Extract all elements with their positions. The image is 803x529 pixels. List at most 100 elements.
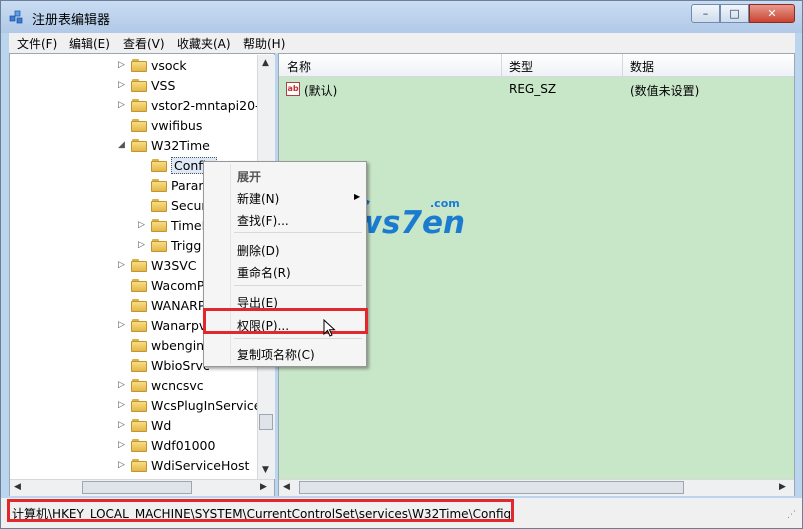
tree-node[interactable]: vwifibus <box>10 116 270 136</box>
tree-node-label: wcncsvc <box>151 378 204 393</box>
expand-arrow-icon[interactable]: ▷ <box>118 80 125 90</box>
tree-node[interactable]: ▷ WcsPlugInService <box>10 396 270 416</box>
context-menu: 展开 新建(N) ▶ 查找(F)... 删除(D) 重命名(R) 导出(E) 权… <box>203 161 367 367</box>
scroll-right-arrow-icon[interactable]: ▶ <box>260 482 267 492</box>
resize-grip-icon[interactable]: ⋰ <box>787 510 796 520</box>
expand-arrow-icon[interactable]: ▷ <box>118 60 125 70</box>
title-bar[interactable]: 注册表编辑器 – □ ✕ <box>1 1 802 33</box>
menu-separator <box>234 285 362 286</box>
tree-node[interactable]: ▷ wcncsvc <box>10 376 270 396</box>
column-type[interactable]: 类型 <box>509 58 533 75</box>
ctx-expand[interactable]: 展开 <box>237 168 261 185</box>
menu-bar: 文件(F) 编辑(E) 查看(V) 收藏夹(A) 帮助(H) <box>9 33 795 54</box>
menu-view[interactable]: 查看(V) <box>123 35 165 52</box>
scroll-left-arrow-icon[interactable]: ◀ <box>14 482 21 492</box>
menu-help[interactable]: 帮助(H) <box>243 35 285 52</box>
table-row[interactable]: ab (默认) REG_SZ (数值未设置) <box>279 81 794 99</box>
folder-icon <box>131 139 147 152</box>
tree-node-label: Secur <box>171 198 207 213</box>
permissions-highlight-box <box>203 308 368 334</box>
tree-node-label: WANARP <box>151 298 206 313</box>
status-bar: 计算机\HKEY_LOCAL_MACHINE\SYSTEM\CurrentCon… <box>1 498 802 528</box>
tree-node[interactable]: ▷ WdiServiceHost <box>10 456 270 476</box>
scroll-thumb[interactable] <box>82 481 192 494</box>
expand-arrow-icon[interactable]: ▷ <box>118 440 125 450</box>
folder-icon <box>131 459 147 472</box>
tree-node-label: WbioSrvc <box>151 358 210 373</box>
column-divider[interactable] <box>622 54 623 76</box>
folder-icon <box>131 359 147 372</box>
list-header: 名称 类型 数据 <box>279 54 794 77</box>
path-highlight-box <box>7 499 514 522</box>
folder-icon <box>131 99 147 112</box>
string-value-icon: ab <box>286 82 300 96</box>
scroll-thumb[interactable] <box>259 414 273 430</box>
column-data[interactable]: 数据 <box>630 58 654 75</box>
tree-node[interactable]: ◢ W32Time <box>10 136 270 156</box>
folder-icon <box>131 79 147 92</box>
tree-node[interactable]: ▷ VSS <box>10 76 270 96</box>
folder-icon <box>131 439 147 452</box>
expand-arrow-icon[interactable]: ▷ <box>118 260 125 270</box>
menu-separator <box>234 232 362 233</box>
submenu-arrow-icon: ▶ <box>354 192 361 201</box>
folder-icon <box>131 119 147 132</box>
expand-arrow-icon[interactable]: ▷ <box>118 380 125 390</box>
folder-icon <box>131 279 147 292</box>
column-divider[interactable] <box>501 54 502 76</box>
tree-node[interactable]: ▷ Wdf01000 <box>10 436 270 456</box>
list-horizontal-scrollbar[interactable]: ◀ ▶ <box>279 479 794 496</box>
column-name[interactable]: 名称 <box>287 58 311 75</box>
scroll-up-arrow-icon[interactable]: ▲ <box>262 58 269 68</box>
mouse-cursor-icon <box>323 319 336 337</box>
ctx-rename[interactable]: 重命名(R) <box>237 264 291 281</box>
registry-editor-window: 注册表编辑器 – □ ✕ 文件(F) 编辑(E) 查看(V) 收藏夹(A) 帮助… <box>0 0 803 529</box>
folder-icon <box>151 219 167 232</box>
value-data: (数值未设置) <box>630 84 700 98</box>
scroll-right-arrow-icon[interactable]: ▶ <box>779 482 786 492</box>
menu-file[interactable]: 文件(F) <box>17 35 57 52</box>
scroll-thumb[interactable] <box>299 481 684 494</box>
expand-arrow-icon[interactable]: ▷ <box>138 220 145 230</box>
folder-icon <box>131 319 147 332</box>
menu-favorites[interactable]: 收藏夹(A) <box>177 35 231 52</box>
ctx-copy-key-name[interactable]: 复制项名称(C) <box>237 346 315 363</box>
ctx-new[interactable]: 新建(N) <box>237 190 279 207</box>
value-name: (默认) <box>304 84 338 98</box>
folder-icon <box>151 199 167 212</box>
menu-gutter <box>230 164 231 364</box>
expand-arrow-icon[interactable]: ▷ <box>118 400 125 410</box>
ctx-delete[interactable]: 删除(D) <box>237 242 280 259</box>
tree-node-label: VSS <box>151 78 176 93</box>
tree-node-label: vwifibus <box>151 118 203 133</box>
folder-icon <box>131 419 147 432</box>
tree-node-label: W3SVC <box>151 258 197 273</box>
menu-edit[interactable]: 编辑(E) <box>69 35 110 52</box>
tree-node-label: W32Time <box>151 138 210 153</box>
tree-node-label: vsock <box>151 58 187 73</box>
close-button[interactable]: ✕ <box>749 4 795 23</box>
tree-node[interactable]: ▷ vsock <box>10 56 270 76</box>
value-type: REG_SZ <box>509 82 557 96</box>
tree-node[interactable]: ▷ Wd <box>10 416 270 436</box>
ctx-find[interactable]: 查找(F)... <box>237 212 289 229</box>
maximize-button[interactable]: □ <box>720 4 749 23</box>
menu-separator <box>234 338 362 339</box>
tree-horizontal-scrollbar[interactable]: ◀ ▶ <box>10 479 274 496</box>
folder-icon <box>151 239 167 252</box>
folder-icon <box>151 179 167 192</box>
tree-node[interactable]: ▷ vstor2-mntapi20-s <box>10 96 270 116</box>
scroll-down-arrow-icon[interactable]: ▼ <box>262 465 269 475</box>
minimize-button[interactable]: – <box>691 4 720 23</box>
expand-arrow-icon[interactable]: ▷ <box>118 420 125 430</box>
expand-arrow-icon[interactable]: ▷ <box>118 460 125 470</box>
tree-node-label: WdiServiceHost <box>151 458 250 473</box>
watermark-suffix: .com <box>430 197 460 210</box>
scroll-left-arrow-icon[interactable]: ◀ <box>283 482 290 492</box>
expand-arrow-icon[interactable]: ▷ <box>118 100 125 110</box>
collapse-arrow-icon[interactable]: ◢ <box>118 140 125 150</box>
folder-icon <box>131 259 147 272</box>
folder-icon <box>131 399 147 412</box>
expand-arrow-icon[interactable]: ▷ <box>118 320 125 330</box>
expand-arrow-icon[interactable]: ▷ <box>138 240 145 250</box>
